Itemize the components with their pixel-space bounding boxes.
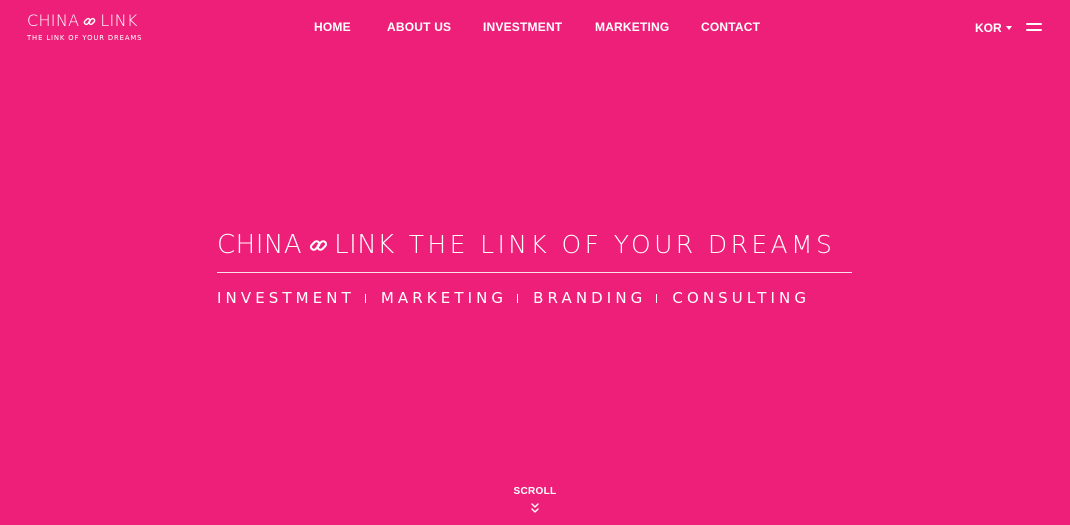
scroll-indicator[interactable]: SCROLL [0,481,1070,515]
hero-slogan: THE LINK OF YOUR DREAMS [408,230,836,259]
service-separator [364,293,366,303]
hamburger-menu-icon[interactable] [1026,22,1042,32]
hero-brand-left: CHINA [217,230,303,260]
caret-down-icon [1005,26,1012,30]
language-selector[interactable]: KOR [975,21,1012,35]
chain-link-icon [83,17,96,25]
services-list: INVESTMENT MARKETING BRANDING CONSULTING [217,289,857,307]
page: CHINA LINK THE LINK OF YOUR DREAMS HOME … [0,0,1070,525]
double-chevron-down-icon [531,503,539,513]
site-logo[interactable]: CHINA LINK THE LINK OF YOUR DREAMS [27,12,147,43]
scroll-label: SCROLL [513,486,557,497]
nav-item-home[interactable]: HOME [314,20,351,34]
hero-title: CHINA LINK THE LINK OF YOUR DREAMS [217,228,857,262]
hero-divider [217,272,852,273]
logo-name-right: LINK [100,11,138,30]
nav-item-about-us[interactable]: ABOUT US [387,20,451,34]
hero: CHINA LINK THE LINK OF YOUR DREAMS INVES… [217,228,857,307]
hero-brand-right: LINK [334,230,395,260]
service-consulting: CONSULTING [672,289,811,307]
service-branding: BRANDING [533,289,647,307]
nav-item-marketing[interactable]: MARKETING [595,20,669,34]
language-selected: KOR [975,21,1002,35]
menu-bar-top [1026,23,1042,25]
service-marketing: MARKETING [380,289,508,307]
nav-item-investment[interactable]: INVESTMENT [483,20,562,34]
service-separator [517,293,519,303]
logo-tagline: THE LINK OF YOUR DREAMS [27,34,143,42]
nav-item-contact[interactable]: CONTACT [701,20,760,34]
service-investment: INVESTMENT [217,289,355,307]
logo-name-left: CHINA [27,11,80,30]
chain-link-icon [310,239,328,251]
menu-bar-bottom [1026,29,1042,31]
logo-wordmark: CHINA LINK [27,12,147,30]
service-separator [656,293,658,303]
main-nav: HOME ABOUT US INVESTMENT MARKETING CONTA… [0,20,1070,36]
